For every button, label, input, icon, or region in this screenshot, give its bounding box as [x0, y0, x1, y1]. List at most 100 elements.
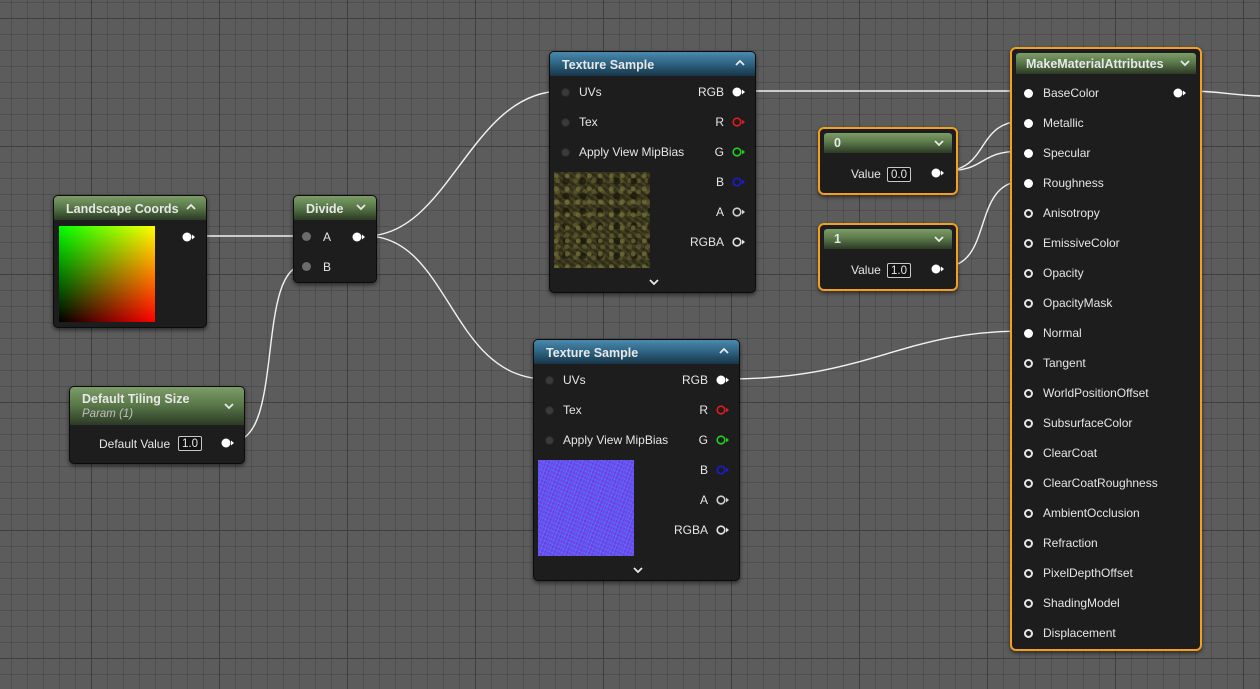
texture-sample-node-1[interactable]: Texture Sample UVs Tex Apply View MipBia… — [549, 51, 756, 293]
mma-input-pin-worldpositionoffset[interactable] — [1024, 389, 1033, 398]
constant-0-output-pin[interactable] — [931, 168, 945, 178]
tex2-rgba-output-pin[interactable] — [716, 525, 730, 535]
chevron-up-icon[interactable] — [733, 56, 747, 70]
make-material-attributes-output-pin[interactable] — [1173, 88, 1187, 98]
mma-input-pin-normal[interactable] — [1024, 329, 1033, 338]
tex1-r-label: R — [715, 115, 724, 129]
tex1-mipbias-label: Apply View MipBias — [579, 145, 685, 159]
tex1-g-output-pin[interactable] — [732, 147, 746, 157]
mma-input-label-shadingmodel: ShadingModel — [1043, 596, 1120, 610]
tex2-a-output-pin[interactable] — [716, 495, 730, 505]
default-value-field[interactable]: 1.0 — [178, 436, 202, 451]
constant-1-title: 1 — [834, 232, 841, 246]
chevron-down-icon[interactable] — [932, 232, 946, 246]
constant-1-header[interactable]: 1 — [824, 229, 952, 249]
tex1-mipbias-pin[interactable] — [561, 148, 570, 157]
tex2-g-output-pin[interactable] — [716, 435, 730, 445]
divide-output-pin[interactable] — [352, 232, 366, 242]
constant-0-header[interactable]: 0 — [824, 133, 952, 153]
tex2-tex-pin[interactable] — [545, 406, 554, 415]
mma-input-pin-clearcoat[interactable] — [1024, 449, 1033, 458]
tex2-uvs-pin[interactable] — [545, 376, 554, 385]
texture-sample-node-2[interactable]: Texture Sample UVs Tex Apply View MipBia… — [533, 339, 740, 581]
tex1-g-label: G — [714, 145, 724, 159]
mma-input-pin-emissivecolor[interactable] — [1024, 239, 1033, 248]
tex1-a-output-pin[interactable] — [732, 207, 746, 217]
constant-0-value-field[interactable]: 0.0 — [887, 167, 911, 182]
tex2-mipbias-pin[interactable] — [545, 436, 554, 445]
mma-input-pin-clearcoatroughness[interactable] — [1024, 479, 1033, 488]
mma-input-pin-tangent[interactable] — [1024, 359, 1033, 368]
tex1-b-output-pin[interactable] — [732, 177, 746, 187]
mma-input-pin-subsurfacecolor[interactable] — [1024, 419, 1033, 428]
make-material-attributes-node[interactable]: MakeMaterialAttributes BaseColor Metallic… — [1010, 47, 1202, 651]
make-material-attributes-header[interactable]: MakeMaterialAttributes — [1016, 53, 1196, 74]
tex2-rgb-label: RGB — [681, 373, 708, 387]
tex1-rgba-label: RGBA — [689, 235, 724, 249]
mma-input-pin-anisotropy[interactable] — [1024, 209, 1033, 218]
chevron-down-icon[interactable] — [932, 136, 946, 150]
tex1-rgba-output-pin[interactable] — [732, 237, 746, 247]
expand-chevron-icon[interactable] — [647, 278, 661, 288]
divide-input-b-pin[interactable] — [302, 262, 311, 271]
tex2-b-output-pin[interactable] — [716, 465, 730, 475]
landscape-coords-header[interactable]: Landscape Coords — [54, 196, 206, 220]
chevron-up-icon[interactable] — [184, 200, 198, 214]
mma-input-label-clearcoat: ClearCoat — [1043, 446, 1098, 460]
tex1-rgb-output-pin[interactable] — [732, 87, 746, 97]
mma-input-label-metallic: Metallic — [1043, 116, 1084, 130]
tex2-r-output-pin[interactable] — [716, 405, 730, 415]
tex2-rgb-output-pin[interactable] — [716, 375, 730, 385]
tex2-rgba-label: RGBA — [673, 523, 708, 537]
default-tiling-size-header[interactable]: Default Tiling Size Param (1) — [70, 387, 244, 425]
tex1-preview — [554, 172, 650, 268]
chevron-down-icon[interactable] — [354, 200, 368, 214]
divide-header[interactable]: Divide — [294, 196, 376, 220]
landscape-coords-title: Landscape Coords — [66, 202, 179, 216]
tex2-preview — [538, 460, 634, 556]
constant-1-node[interactable]: 1 Value 1.0 — [818, 223, 958, 291]
mma-input-pin-ambientocclusion[interactable] — [1024, 509, 1033, 518]
divide-input-a-pin[interactable] — [302, 232, 311, 241]
mma-input-label-basecolor: BaseColor — [1043, 86, 1100, 100]
tex1-tex-pin[interactable] — [561, 118, 570, 127]
mma-input-pin-displacement[interactable] — [1024, 629, 1033, 638]
texture-sample-2-header[interactable]: Texture Sample — [534, 340, 739, 364]
divide-input-b-label: B — [323, 260, 332, 274]
default-tiling-size-node[interactable]: Default Tiling Size Param (1) Default Va… — [69, 386, 245, 464]
tex1-uvs-pin[interactable] — [561, 88, 570, 97]
tex1-r-output-pin[interactable] — [732, 117, 746, 127]
landscape-coords-output-pin[interactable] — [182, 232, 196, 242]
mma-input-label-normal: Normal — [1043, 326, 1082, 340]
tex1-uvs-label: UVs — [579, 85, 602, 99]
mma-input-pin-basecolor[interactable] — [1024, 89, 1033, 98]
wire-divide-to-tex1-uvs — [365, 90, 563, 237]
default-tiling-size-subtitle: Param (1) — [82, 408, 134, 420]
expand-chevron-icon[interactable] — [631, 566, 645, 576]
mma-input-pin-specular[interactable] — [1024, 149, 1033, 158]
mma-input-pin-shadingmodel[interactable] — [1024, 599, 1033, 608]
constant-1-output-pin[interactable] — [931, 264, 945, 274]
mma-input-pin-pixeldepthoffset[interactable] — [1024, 569, 1033, 578]
tex1-b-label: B — [715, 175, 724, 189]
mma-input-pin-opacity[interactable] — [1024, 269, 1033, 278]
mma-input-pin-refraction[interactable] — [1024, 539, 1033, 548]
chevron-down-icon[interactable] — [222, 399, 236, 413]
texture-sample-1-title: Texture Sample — [562, 58, 655, 72]
texture-sample-1-header[interactable]: Texture Sample — [550, 52, 755, 76]
mma-input-pin-metallic[interactable] — [1024, 119, 1033, 128]
constant-0-node[interactable]: 0 Value 0.0 — [818, 127, 958, 195]
divide-node[interactable]: Divide A B — [293, 195, 377, 283]
chevron-up-icon[interactable] — [717, 344, 731, 358]
default-tiling-size-output-pin[interactable] — [221, 438, 235, 448]
tex2-r-label: R — [699, 403, 708, 417]
constant-1-value-label: Value — [851, 263, 881, 277]
mma-input-label-displacement: Displacement — [1043, 626, 1116, 640]
mma-input-pin-opacitymask[interactable] — [1024, 299, 1033, 308]
constant-1-value-field[interactable]: 1.0 — [887, 263, 911, 278]
constant-0-value-label: Value — [851, 167, 881, 181]
landscape-coords-node[interactable]: Landscape Coords — [53, 195, 207, 328]
chevron-down-icon[interactable] — [1178, 56, 1192, 70]
mma-input-pin-roughness[interactable] — [1024, 179, 1033, 188]
tex1-tex-label: Tex — [579, 115, 598, 129]
